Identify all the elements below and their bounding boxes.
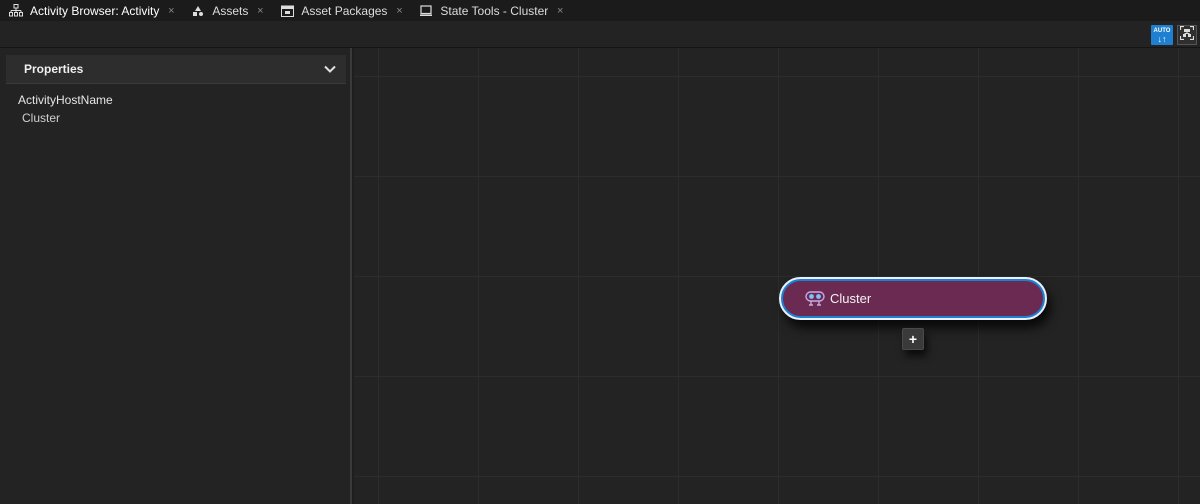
- tab-label: State Tools - Cluster: [440, 3, 549, 18]
- tab-asset-packages[interactable]: Asset Packages ×: [271, 0, 410, 21]
- close-icon[interactable]: ×: [166, 5, 176, 17]
- hierarchy-icon: [9, 4, 23, 18]
- node-label: Cluster: [830, 291, 872, 306]
- add-node-button[interactable]: +: [902, 328, 924, 350]
- graph-canvas[interactable]: Cluster +: [354, 48, 1200, 504]
- close-icon[interactable]: ×: [255, 5, 265, 17]
- package-icon: [280, 4, 294, 18]
- close-icon[interactable]: ×: [555, 5, 565, 17]
- tab-activity-browser[interactable]: Activity Browser: Activity ×: [0, 0, 183, 21]
- assets-icon: [191, 4, 205, 18]
- cluster-icon: [805, 290, 825, 307]
- graph-toolbar: AUTO ↓↑: [0, 21, 1200, 48]
- tab-bar: Activity Browser: Activity × Assets × As…: [0, 0, 1200, 21]
- auto-layout-button[interactable]: AUTO ↓↑: [1151, 25, 1173, 45]
- properties-panel: Properties ActivityHostName Cluster: [0, 48, 352, 504]
- tab-label: Asset Packages: [301, 3, 388, 18]
- arrows-icon: ↓↑: [1157, 34, 1167, 44]
- cluster-node-body: Cluster: [783, 281, 1043, 316]
- close-icon[interactable]: ×: [394, 5, 404, 17]
- properties-header[interactable]: Properties: [6, 55, 346, 84]
- properties-title: Properties: [24, 62, 84, 76]
- property-value: Cluster: [22, 111, 61, 125]
- fit-view-icon: [1179, 25, 1195, 45]
- tab-state-tools[interactable]: State Tools - Cluster ×: [410, 0, 571, 21]
- monitor-icon: [419, 4, 433, 18]
- fit-view-button[interactable]: [1177, 25, 1197, 45]
- chevron-down-icon[interactable]: [324, 60, 336, 78]
- cluster-node[interactable]: Cluster: [779, 277, 1047, 320]
- tab-label: Activity Browser: Activity: [30, 3, 160, 18]
- property-name: ActivityHostName: [18, 93, 113, 107]
- tab-label: Assets: [212, 3, 249, 18]
- tab-assets[interactable]: Assets ×: [182, 0, 271, 21]
